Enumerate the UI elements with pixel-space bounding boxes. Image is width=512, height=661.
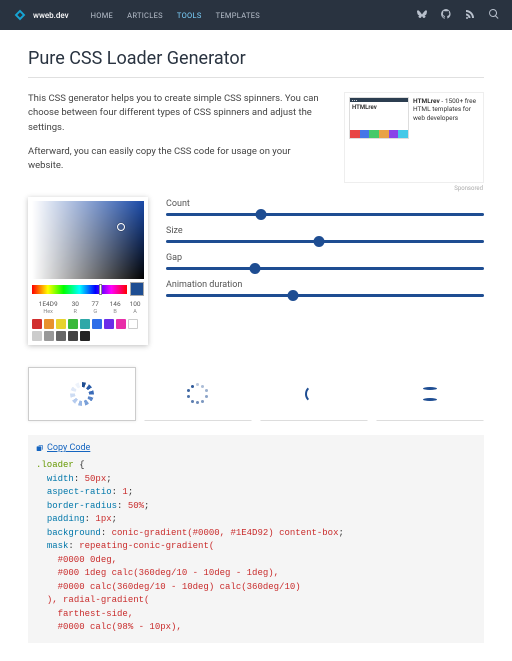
- slider-thumb[interactable]: [256, 209, 267, 220]
- slider-label: Animation duration: [166, 280, 484, 290]
- r-input[interactable]: 30: [66, 299, 84, 309]
- slider-label: Size: [166, 226, 484, 236]
- variant-4[interactable]: [376, 367, 484, 421]
- ad-image: HTMLrev: [349, 97, 409, 139]
- slider-label: Gap: [166, 253, 484, 263]
- slider-size: Size: [166, 226, 484, 243]
- preset-swatch[interactable]: [68, 319, 78, 329]
- variant-1[interactable]: [28, 367, 136, 421]
- spinner-bars-icon: [421, 387, 439, 401]
- css-code[interactable]: .loader { width: 50px; aspect-ratio: 1; …: [36, 459, 476, 635]
- g-input[interactable]: 77: [86, 299, 104, 309]
- nav-icons: [416, 8, 500, 23]
- slider-track[interactable]: [166, 294, 484, 297]
- sponsor-ad[interactable]: HTMLrev HTMLrev - 1500+ free HTML templa…: [344, 92, 484, 183]
- desc-p2: Afterward, you can easily copy the CSS c…: [28, 145, 328, 174]
- a-input[interactable]: 100: [126, 299, 144, 309]
- hue-slider[interactable]: [32, 285, 127, 294]
- picker-marker[interactable]: [117, 223, 125, 231]
- search-icon[interactable]: [488, 8, 500, 23]
- spinner-dash-icon: [70, 382, 94, 406]
- slider-track[interactable]: [166, 213, 484, 216]
- variant-2[interactable]: [144, 367, 252, 421]
- intro-row: This CSS generator helps you to create s…: [28, 92, 484, 183]
- hex-input[interactable]: 1E4D9: [32, 299, 64, 309]
- sliders-panel: Count Size Gap Animation duration: [166, 197, 484, 345]
- color-picker[interactable]: 1E4D9Hex 30R 77G 146B 100A: [28, 197, 148, 345]
- current-swatch: [130, 282, 144, 296]
- divider: [28, 77, 484, 78]
- slider-thumb[interactable]: [250, 263, 261, 274]
- preset-swatch[interactable]: [128, 319, 138, 329]
- github-icon[interactable]: [440, 8, 452, 23]
- spinner-dots-icon: [187, 383, 209, 405]
- copy-icon: [36, 444, 44, 452]
- ad-text: HTMLrev - 1500+ free HTML templates for …: [413, 97, 479, 178]
- saturation-field[interactable]: [32, 201, 144, 279]
- slider-thumb[interactable]: [313, 236, 324, 247]
- code-output: Copy Code .loader { width: 50px; aspect-…: [28, 435, 484, 643]
- controls-row: 1E4D9Hex 30R 77G 146B 100A Count Size Gap A…: [28, 197, 484, 345]
- slider-track[interactable]: [166, 267, 484, 270]
- hue-marker[interactable]: [99, 284, 102, 295]
- nav-templates[interactable]: TEMPLATES: [216, 11, 260, 20]
- rss-icon[interactable]: [464, 8, 476, 23]
- slider-count: Count: [166, 199, 484, 216]
- preset-swatch[interactable]: [92, 319, 102, 329]
- preset-swatch[interactable]: [44, 331, 54, 341]
- preset-swatch[interactable]: [32, 319, 42, 329]
- sponsored-label: Sponsored: [454, 185, 483, 192]
- main-nav: HOME ARTICLES TOOLS TEMPLATES: [91, 11, 260, 20]
- site-header: wweb.dev HOME ARTICLES TOOLS TEMPLATES: [0, 0, 512, 30]
- description: This CSS generator helps you to create s…: [28, 92, 328, 183]
- preset-swatch[interactable]: [104, 319, 114, 329]
- logo-icon: [12, 7, 28, 23]
- logo-wrap[interactable]: wweb.dev: [12, 7, 69, 23]
- brand-text: wweb.dev: [33, 11, 69, 20]
- main-container: Pure CSS Loader Generator This CSS gener…: [0, 30, 512, 661]
- preset-swatch[interactable]: [44, 319, 54, 329]
- preset-swatch[interactable]: [32, 331, 42, 341]
- variant-3[interactable]: [260, 367, 368, 421]
- bluesky-icon[interactable]: [416, 8, 428, 23]
- slider-thumb[interactable]: [288, 290, 299, 301]
- copy-code-button[interactable]: Copy Code: [36, 443, 476, 453]
- nav-tools[interactable]: TOOLS: [177, 11, 202, 20]
- slider-track[interactable]: [166, 240, 484, 243]
- preset-swatches: [32, 319, 144, 341]
- color-inputs: 1E4D9Hex 30R 77G 146B 100A: [32, 299, 144, 315]
- slider-animation-duration: Animation duration: [166, 280, 484, 297]
- preset-swatch[interactable]: [116, 319, 126, 329]
- desc-p1: This CSS generator helps you to create s…: [28, 92, 328, 135]
- loader-variants: [28, 367, 484, 421]
- preset-swatch[interactable]: [68, 331, 78, 341]
- spinner-arc-icon: [305, 385, 323, 403]
- preset-swatch[interactable]: [80, 331, 90, 341]
- slider-label: Count: [166, 199, 484, 209]
- nav-home[interactable]: HOME: [91, 11, 114, 20]
- slider-gap: Gap: [166, 253, 484, 270]
- preset-swatch[interactable]: [56, 331, 66, 341]
- page-title: Pure CSS Loader Generator: [28, 48, 484, 69]
- preset-swatch[interactable]: [56, 319, 66, 329]
- nav-articles[interactable]: ARTICLES: [127, 11, 163, 20]
- preset-swatch[interactable]: [80, 319, 90, 329]
- b-input[interactable]: 146: [106, 299, 124, 309]
